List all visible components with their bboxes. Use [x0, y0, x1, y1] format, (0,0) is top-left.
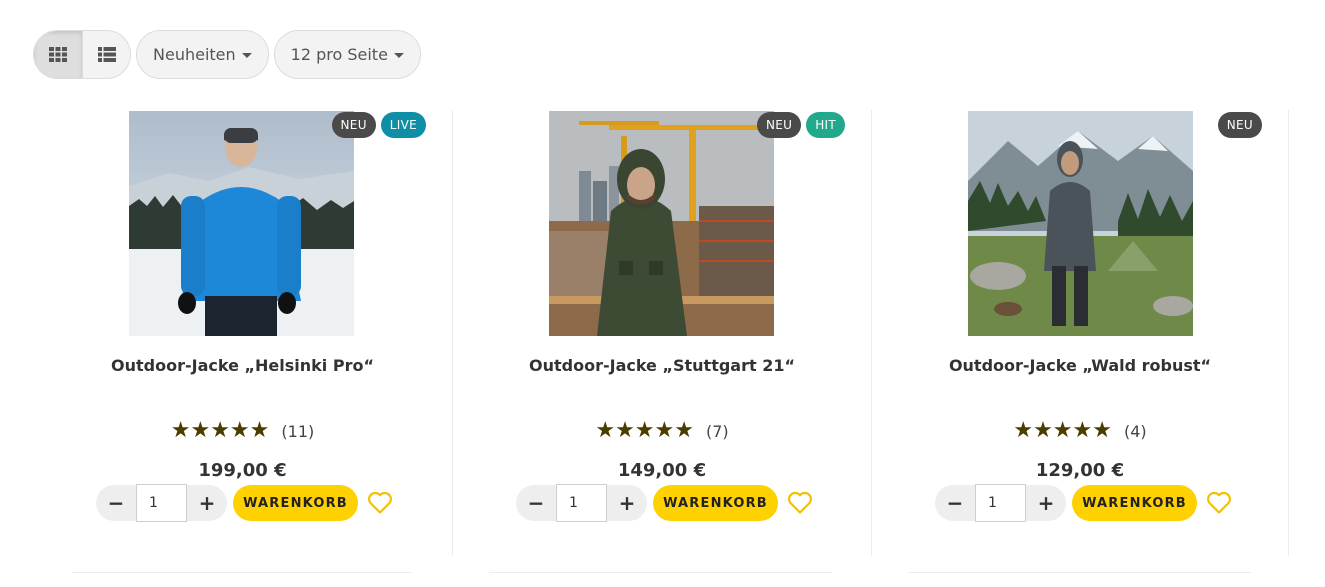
increase-quantity-button[interactable]: +	[607, 485, 647, 521]
product-price: 149,00 €	[617, 460, 707, 481]
row-divider	[908, 572, 1251, 573]
quantity-input[interactable]: 1	[556, 484, 607, 522]
product-image-stuttgart[interactable]	[549, 111, 774, 336]
badge-neu: NEU	[756, 112, 802, 138]
buy-controls: − 1 + WARENKORB	[516, 484, 814, 522]
product-card: NEU HIT Outdoor-Jacke „Stuttgart 21“ ★★★…	[452, 110, 871, 556]
add-to-cart-button[interactable]: WARENKORB	[233, 485, 358, 521]
decrease-quantity-button[interactable]: −	[935, 485, 975, 521]
grid-view-icon	[49, 47, 67, 62]
grid-view-button[interactable]	[34, 31, 82, 78]
product-rating: ★★★★★ (4)	[872, 420, 1288, 442]
quantity-stepper: − 1 +	[516, 484, 647, 522]
view-toggle	[33, 30, 131, 79]
quantity-input[interactable]: 1	[136, 484, 187, 522]
buy-controls: − 1 + WARENKORB	[96, 484, 394, 522]
badge-group: NEU	[1217, 112, 1262, 138]
increase-quantity-button[interactable]: +	[1026, 485, 1066, 521]
per-page-dropdown[interactable]: 12 pro Seite	[273, 30, 421, 79]
per-page-dropdown-label: 12 pro Seite	[290, 45, 388, 64]
listing-toolbar: Neuheiten 12 pro Seite	[33, 30, 421, 79]
star-rating-icon: ★★★★★	[1013, 418, 1112, 443]
badge-group: NEU HIT	[756, 112, 845, 138]
review-count[interactable]: (11)	[281, 422, 314, 441]
badge-neu: NEU	[331, 112, 376, 138]
heart-icon	[788, 491, 812, 514]
row-divider	[489, 572, 832, 573]
product-rating: ★★★★★ (11)	[33, 420, 452, 442]
quantity-stepper: − 1 +	[935, 484, 1066, 522]
product-rating: ★★★★★ (7)	[453, 420, 871, 442]
wishlist-button[interactable]	[1205, 489, 1233, 517]
row-divider	[72, 572, 412, 573]
add-to-cart-button[interactable]: WARENKORB	[1072, 485, 1197, 521]
list-view-icon	[97, 47, 116, 62]
quantity-input[interactable]: 1	[975, 484, 1026, 522]
decrease-quantity-button[interactable]: −	[516, 485, 556, 521]
review-count[interactable]: (7)	[706, 422, 729, 441]
wishlist-button[interactable]	[786, 489, 814, 517]
add-to-cart-button[interactable]: WARENKORB	[653, 485, 778, 521]
product-title[interactable]: Outdoor-Jacke „Wald robust“	[872, 356, 1288, 375]
review-count[interactable]: (4)	[1124, 422, 1147, 441]
product-card: NEU LIVE Outdoor-Jacke „Helsinki Pro“ ★★…	[33, 110, 452, 556]
product-image-helsinki[interactable]	[129, 111, 354, 336]
badge-hit: HIT	[806, 112, 845, 138]
heart-icon	[1207, 491, 1231, 514]
caret-down-icon	[241, 53, 252, 58]
list-view-button[interactable]	[82, 31, 130, 78]
wishlist-button[interactable]	[366, 489, 394, 517]
badge-neu: NEU	[1217, 112, 1262, 138]
sort-dropdown[interactable]: Neuheiten	[136, 30, 269, 79]
increase-quantity-button[interactable]: +	[187, 485, 227, 521]
product-title[interactable]: Outdoor-Jacke „Stuttgart 21“	[453, 356, 871, 375]
product-card: NEU Outdoor-Jacke „Wald robust“ ★★★★★ (4…	[871, 110, 1289, 556]
product-price: 199,00 €	[198, 460, 287, 481]
heart-icon	[368, 491, 392, 514]
buy-controls: − 1 + WARENKORB	[935, 484, 1233, 522]
badge-live: LIVE	[380, 112, 426, 138]
star-rating-icon: ★★★★★	[170, 418, 270, 443]
decrease-quantity-button[interactable]: −	[96, 485, 136, 521]
star-rating-icon: ★★★★★	[595, 418, 694, 443]
product-price: 129,00 €	[1035, 460, 1125, 481]
sort-dropdown-label: Neuheiten	[153, 45, 236, 64]
quantity-stepper: − 1 +	[96, 484, 227, 522]
product-title[interactable]: Outdoor-Jacke „Helsinki Pro“	[33, 356, 452, 375]
badge-group: NEU LIVE	[331, 112, 426, 138]
caret-down-icon	[393, 53, 404, 58]
product-image-wald[interactable]	[968, 111, 1193, 336]
